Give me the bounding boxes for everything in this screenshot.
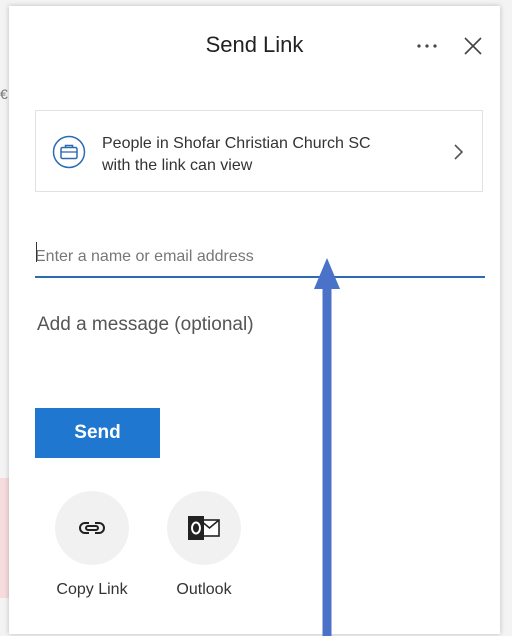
send-link-dialog: Send Link People in Shofar Christian Chu…	[9, 6, 500, 634]
link-icon	[79, 522, 105, 534]
close-icon	[464, 37, 482, 55]
background-text-fragment: €	[0, 86, 8, 102]
permission-line-1: People in Shofar Christian Church SC	[102, 135, 371, 152]
dialog-header: Send Link	[9, 6, 500, 86]
permission-line-2: with the link can view	[102, 157, 253, 174]
chevron-right-icon	[454, 144, 464, 160]
link-permission-setting[interactable]: People in Shofar Christian Church SC wit…	[35, 110, 483, 192]
close-button[interactable]	[459, 32, 487, 60]
copy-link-option[interactable]: Copy Link	[42, 491, 142, 599]
outlook-label: Outlook	[176, 581, 232, 598]
outlook-option[interactable]: Outlook	[154, 491, 254, 599]
copy-link-label: Copy Link	[56, 581, 128, 598]
message-input[interactable]	[37, 314, 477, 374]
copy-link-circle[interactable]	[55, 491, 129, 565]
recipient-input[interactable]	[35, 238, 485, 278]
briefcase-icon	[52, 135, 86, 169]
background-edge-strip	[0, 478, 9, 598]
outlook-icon	[188, 516, 220, 540]
more-options-button[interactable]	[413, 32, 441, 60]
send-button[interactable]: Send	[35, 408, 160, 458]
permission-description: People in Shofar Christian Church SC wit…	[102, 133, 432, 177]
more-horizontal-icon	[417, 44, 437, 48]
text-caret	[36, 242, 37, 262]
outlook-circle[interactable]	[167, 491, 241, 565]
